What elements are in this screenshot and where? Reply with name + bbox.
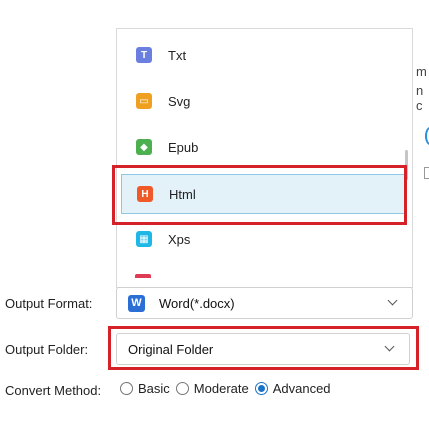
radio-moderate[interactable]: Moderate [175,381,249,396]
list-item-label: Xps [168,231,191,247]
list-item-label: Txt [168,47,187,63]
list-item-label: Epub [168,139,199,155]
output-format-label: Output Format: [5,296,93,311]
radio-label: Basic [138,381,170,396]
list-item-svg[interactable]: ▭ Svg [121,83,405,119]
radio-basic[interactable]: Basic [120,381,170,396]
chevron-down-icon [387,295,398,306]
format-dropdown-list[interactable]: T Txt ▭ Svg ◆ Epub H Html ▦ Xps [116,28,413,288]
output-format-select[interactable]: W Word(*.docx) [116,287,413,319]
output-folder-highlight-annotation [108,326,419,370]
list-item-epub[interactable]: ◆ Epub [121,129,405,165]
radio-button[interactable] [175,382,189,395]
txt-icon: T [136,47,152,63]
output-folder-label: Output Folder: [5,342,89,357]
radio-advanced[interactable]: Advanced [254,381,331,396]
background-text-fragment: n c [416,83,424,113]
convert-method-radio-group: Basic Moderate Advanced [120,381,337,396]
background-checkbox-icon [424,167,429,179]
list-item-label: Svg [168,93,191,109]
epub-icon: ◆ [136,139,152,155]
radio-button-checked[interactable] [254,382,268,395]
radio-button[interactable] [120,382,133,395]
background-text-fragment: m [416,64,427,79]
background-radio-icon [425,127,429,145]
list-item-xps[interactable]: ▦ Xps [121,221,405,257]
convert-method-label: Convert Method: [5,383,102,398]
clipped-list-item-icon [135,274,151,278]
xps-icon: ▦ [136,231,152,247]
radio-label: Advanced [272,381,331,396]
word-icon: W [128,294,145,312]
list-item-txt[interactable]: T Txt [121,37,405,73]
svg-icon: ▭ [136,93,152,109]
radio-label: Moderate [193,381,249,396]
output-format-value: Word(*.docx) [159,295,235,311]
html-highlight-annotation [112,165,407,225]
